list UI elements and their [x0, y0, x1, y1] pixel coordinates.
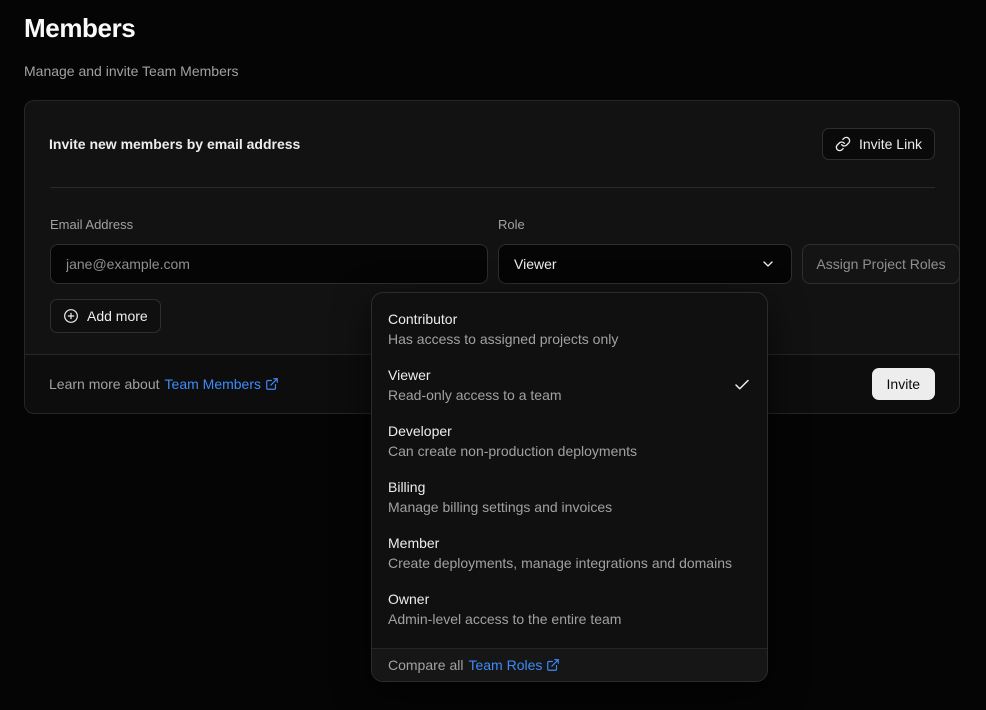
plus-circle-icon	[63, 308, 79, 324]
add-more-button-label: Add more	[87, 308, 148, 324]
link-icon	[835, 136, 851, 152]
role-dropdown-footer: Compare all Team Roles	[372, 648, 767, 681]
role-option-texts: Viewer Read-only access to a team	[388, 365, 723, 405]
team-members-link-label: Team Members	[165, 376, 261, 392]
header-divider	[50, 187, 935, 188]
invite-button[interactable]: Invite	[872, 368, 935, 400]
role-option-viewer[interactable]: Viewer Read-only access to a team	[372, 357, 767, 413]
email-input[interactable]	[50, 244, 488, 284]
invite-link-button[interactable]: Invite Link	[822, 128, 935, 160]
page-title: Members	[24, 13, 135, 44]
role-option-title: Viewer	[388, 365, 723, 385]
learn-more-note: Learn more about Team Members	[49, 376, 279, 392]
role-option-title: Owner	[388, 589, 751, 609]
role-option-description: Can create non-production deployments	[388, 441, 751, 461]
role-option-texts: Developer Can create non-production depl…	[388, 421, 751, 461]
role-option-title: Developer	[388, 421, 751, 441]
role-option-billing[interactable]: Billing Manage billing settings and invo…	[372, 469, 767, 525]
role-option-owner[interactable]: Owner Admin-level access to the entire t…	[372, 581, 767, 637]
card-header: Invite new members by email address Invi…	[25, 101, 959, 187]
role-option-texts: Member Create deployments, manage integr…	[388, 533, 751, 573]
add-more-button[interactable]: Add more	[50, 299, 161, 333]
check-icon	[733, 376, 751, 394]
role-option-description: Manage billing settings and invoices	[388, 497, 751, 517]
role-option-description: Create deployments, manage integrations …	[388, 553, 751, 573]
team-roles-link[interactable]: Team Roles	[468, 657, 560, 673]
role-option-developer[interactable]: Developer Can create non-production depl…	[372, 413, 767, 469]
page-subtitle: Manage and invite Team Members	[24, 63, 239, 79]
role-option-description: Has access to assigned projects only	[388, 329, 751, 349]
role-option-description: Admin-level access to the entire team	[388, 609, 751, 629]
card-header-title: Invite new members by email address	[49, 136, 300, 152]
role-option-texts: Contributor Has access to assigned proje…	[388, 309, 751, 349]
role-select[interactable]: Viewer	[498, 244, 792, 284]
role-select-value: Viewer	[514, 256, 557, 272]
team-members-link[interactable]: Team Members	[165, 376, 279, 392]
compare-all-text: Compare all	[388, 657, 463, 673]
role-label: Role	[498, 217, 525, 232]
role-option-description: Read-only access to a team	[388, 385, 723, 405]
assign-project-roles-button[interactable]: Assign Project Roles	[802, 244, 960, 284]
learn-more-text: Learn more about	[49, 376, 160, 392]
email-address-label: Email Address	[50, 217, 133, 232]
role-dropdown-menu: Contributor Has access to assigned proje…	[371, 292, 768, 682]
role-option-member[interactable]: Member Create deployments, manage integr…	[372, 525, 767, 581]
chevron-down-icon	[760, 256, 776, 272]
role-dropdown-list: Contributor Has access to assigned proje…	[372, 293, 767, 648]
role-option-texts: Billing Manage billing settings and invo…	[388, 477, 751, 517]
external-link-icon	[265, 377, 279, 391]
external-link-icon	[546, 658, 560, 672]
role-option-title: Member	[388, 533, 751, 553]
role-option-texts: Owner Admin-level access to the entire t…	[388, 589, 751, 629]
invite-link-button-label: Invite Link	[859, 136, 922, 152]
role-option-title: Contributor	[388, 309, 751, 329]
role-option-contributor[interactable]: Contributor Has access to assigned proje…	[372, 301, 767, 357]
team-roles-link-label: Team Roles	[468, 657, 542, 673]
role-option-title: Billing	[388, 477, 751, 497]
